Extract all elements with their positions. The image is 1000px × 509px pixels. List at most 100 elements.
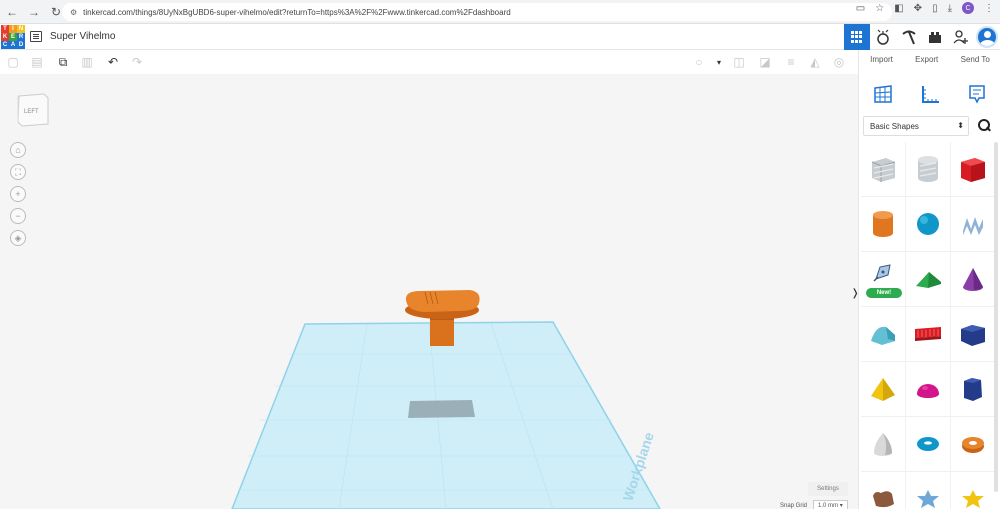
mirror-icon[interactable]: ◭ xyxy=(808,55,822,69)
browser-bar: ← → ↻ ⚙ tinkercad.com/things/8UyNxBgUBD6… xyxy=(0,0,1000,24)
shape-cone[interactable] xyxy=(951,252,995,306)
share-collaborators-button[interactable] xyxy=(948,24,974,50)
duplicate-icon[interactable]: ⧉ xyxy=(56,55,70,69)
search-icon[interactable] xyxy=(977,118,991,132)
heart-icon xyxy=(873,491,894,508)
forward-icon[interactable]: → xyxy=(24,2,44,22)
shape-half-sphere[interactable] xyxy=(906,362,950,416)
shape-box[interactable] xyxy=(951,142,995,196)
paraboloid-icon xyxy=(874,433,892,456)
blocks-button[interactable] xyxy=(896,24,922,50)
half-sphere-icon xyxy=(917,384,939,398)
paste-icon[interactable]: ▤ xyxy=(30,55,44,69)
group-icon[interactable]: ◫ xyxy=(732,55,746,69)
shape-paraboloid[interactable] xyxy=(861,417,905,471)
tinkercad-logo[interactable]: T I N K E R C A D xyxy=(1,25,25,49)
zoom-out-button[interactable]: − xyxy=(10,208,26,224)
shape-category-value: Basic Shapes xyxy=(870,121,919,131)
shape-torus[interactable] xyxy=(906,417,950,471)
project-title[interactable]: Super Vihelmo xyxy=(50,31,115,42)
ruler-tool-icon[interactable] xyxy=(919,83,941,105)
shape-sketch-new[interactable]: New! xyxy=(861,252,905,306)
object-top[interactable] xyxy=(405,290,480,312)
shape-tube[interactable] xyxy=(951,417,995,471)
browser-actions: ▭ ☆ ◧ ✥ ▯ ⤓ C ⋮ xyxy=(856,2,994,14)
shape-pyramid[interactable] xyxy=(861,362,905,416)
puzzle-icon[interactable]: ✥ xyxy=(914,3,922,14)
home-icon: ⌂ xyxy=(15,145,21,155)
shape-scribble[interactable] xyxy=(951,197,995,251)
shape-sphere[interactable] xyxy=(906,197,950,251)
snap-grid-value: 1.0 mm xyxy=(818,503,839,509)
roof-icon xyxy=(916,272,941,288)
address-bar[interactable]: ⚙ tinkercad.com/things/8UyNxBgUBD6-super… xyxy=(62,3,892,21)
sphere-icon xyxy=(917,213,939,235)
settings-button[interactable]: Settings xyxy=(808,482,848,496)
menu-dots-icon[interactable]: ⋮ xyxy=(984,3,994,14)
shape-ring[interactable] xyxy=(861,472,905,509)
edit-toolbar: ▢ ▤ ⧉ ▥ ↶ ↷ ○ ▾ ◫ ◪ ≡ ◭ ◎ xyxy=(0,50,858,74)
shape-category-select[interactable]: Basic Shapes ⬍ xyxy=(863,116,969,136)
ortho-view-button[interactable]: ◈ xyxy=(10,230,26,246)
shape-round-roof[interactable] xyxy=(861,307,905,361)
ungroup-icon[interactable]: ◪ xyxy=(758,55,772,69)
delete-icon[interactable]: ▥ xyxy=(80,55,94,69)
sim-lab-button[interactable] xyxy=(870,24,896,50)
shape-box-hole[interactable] xyxy=(861,142,905,196)
workplane-tool-icon[interactable] xyxy=(872,83,894,105)
round-roof-icon xyxy=(871,326,895,345)
import-button[interactable]: Import xyxy=(870,55,893,64)
notes-tool-icon[interactable] xyxy=(966,83,988,105)
object-shadow xyxy=(408,400,475,418)
shape-roof[interactable] xyxy=(906,252,950,306)
user-avatar[interactable] xyxy=(976,26,998,48)
download-icon[interactable]: ⤓ xyxy=(948,3,952,14)
send-to-button[interactable]: Send To xyxy=(961,55,990,64)
box-hole-icon xyxy=(871,158,896,182)
extension-icon[interactable]: ◧ xyxy=(894,3,903,14)
view-cube[interactable]: LEFT xyxy=(16,90,50,128)
box-icon xyxy=(961,158,985,182)
bookmark-star-icon[interactable]: ☆ xyxy=(875,3,884,14)
shape-hexagonal-prism[interactable] xyxy=(951,362,995,416)
3d-design-view-button[interactable] xyxy=(844,24,870,50)
3d-viewport[interactable]: Workplane LEFT ⌂ ⛶ + − ◈ Settings Snap G… xyxy=(0,74,858,509)
undo-icon[interactable]: ↶ xyxy=(106,55,120,69)
fit-view-button[interactable]: ⛶ xyxy=(10,164,26,180)
new-badge: New! xyxy=(866,288,902,298)
shape-cylinder[interactable] xyxy=(861,197,905,251)
logo-letter: I xyxy=(9,25,17,33)
scene-canvas: Workplane xyxy=(231,290,661,509)
shape-polygon[interactable] xyxy=(951,307,995,361)
redo-icon[interactable]: ↷ xyxy=(130,55,144,69)
chevron-down-icon[interactable]: ▾ xyxy=(712,55,726,69)
cruise-icon[interactable]: ◎ xyxy=(832,55,846,69)
perspective-icon: ◈ xyxy=(14,232,22,243)
shape-star-yellow[interactable] xyxy=(951,472,995,509)
add-user-icon xyxy=(953,30,968,44)
site-info-icon[interactable]: ⚙ xyxy=(70,8,77,17)
snap-grid-control: Snap Grid 1.0 mm ▾ xyxy=(780,500,848,509)
split-view-icon[interactable]: ▯ xyxy=(932,3,938,14)
export-button[interactable]: Export xyxy=(915,55,938,64)
design-list-icon[interactable] xyxy=(30,31,42,42)
align-icon[interactable]: ≡ xyxy=(784,55,798,69)
header-icons xyxy=(844,24,1000,50)
text-3d-icon xyxy=(915,327,941,341)
brick-icon xyxy=(929,32,941,43)
shape-star[interactable] xyxy=(906,472,950,509)
shape-cylinder-hole[interactable] xyxy=(906,142,950,196)
panel-scrollbar[interactable] xyxy=(994,142,998,492)
zoom-in-button[interactable]: + xyxy=(10,186,26,202)
back-icon[interactable]: ← xyxy=(2,2,22,22)
shape-text[interactable] xyxy=(906,307,950,361)
cast-icon[interactable]: ▭ xyxy=(856,3,865,14)
bricks-button[interactable] xyxy=(922,24,948,50)
snap-grid-select[interactable]: 1.0 mm ▾ xyxy=(813,500,848,509)
new-shape-icon[interactable]: ▢ xyxy=(6,55,20,69)
logo-letter: R xyxy=(17,33,25,41)
profile-avatar[interactable]: C xyxy=(962,2,974,14)
light-bulb-icon[interactable]: ○ xyxy=(692,55,706,69)
home-view-button[interactable]: ⌂ xyxy=(10,142,26,158)
star-icon xyxy=(917,490,939,508)
